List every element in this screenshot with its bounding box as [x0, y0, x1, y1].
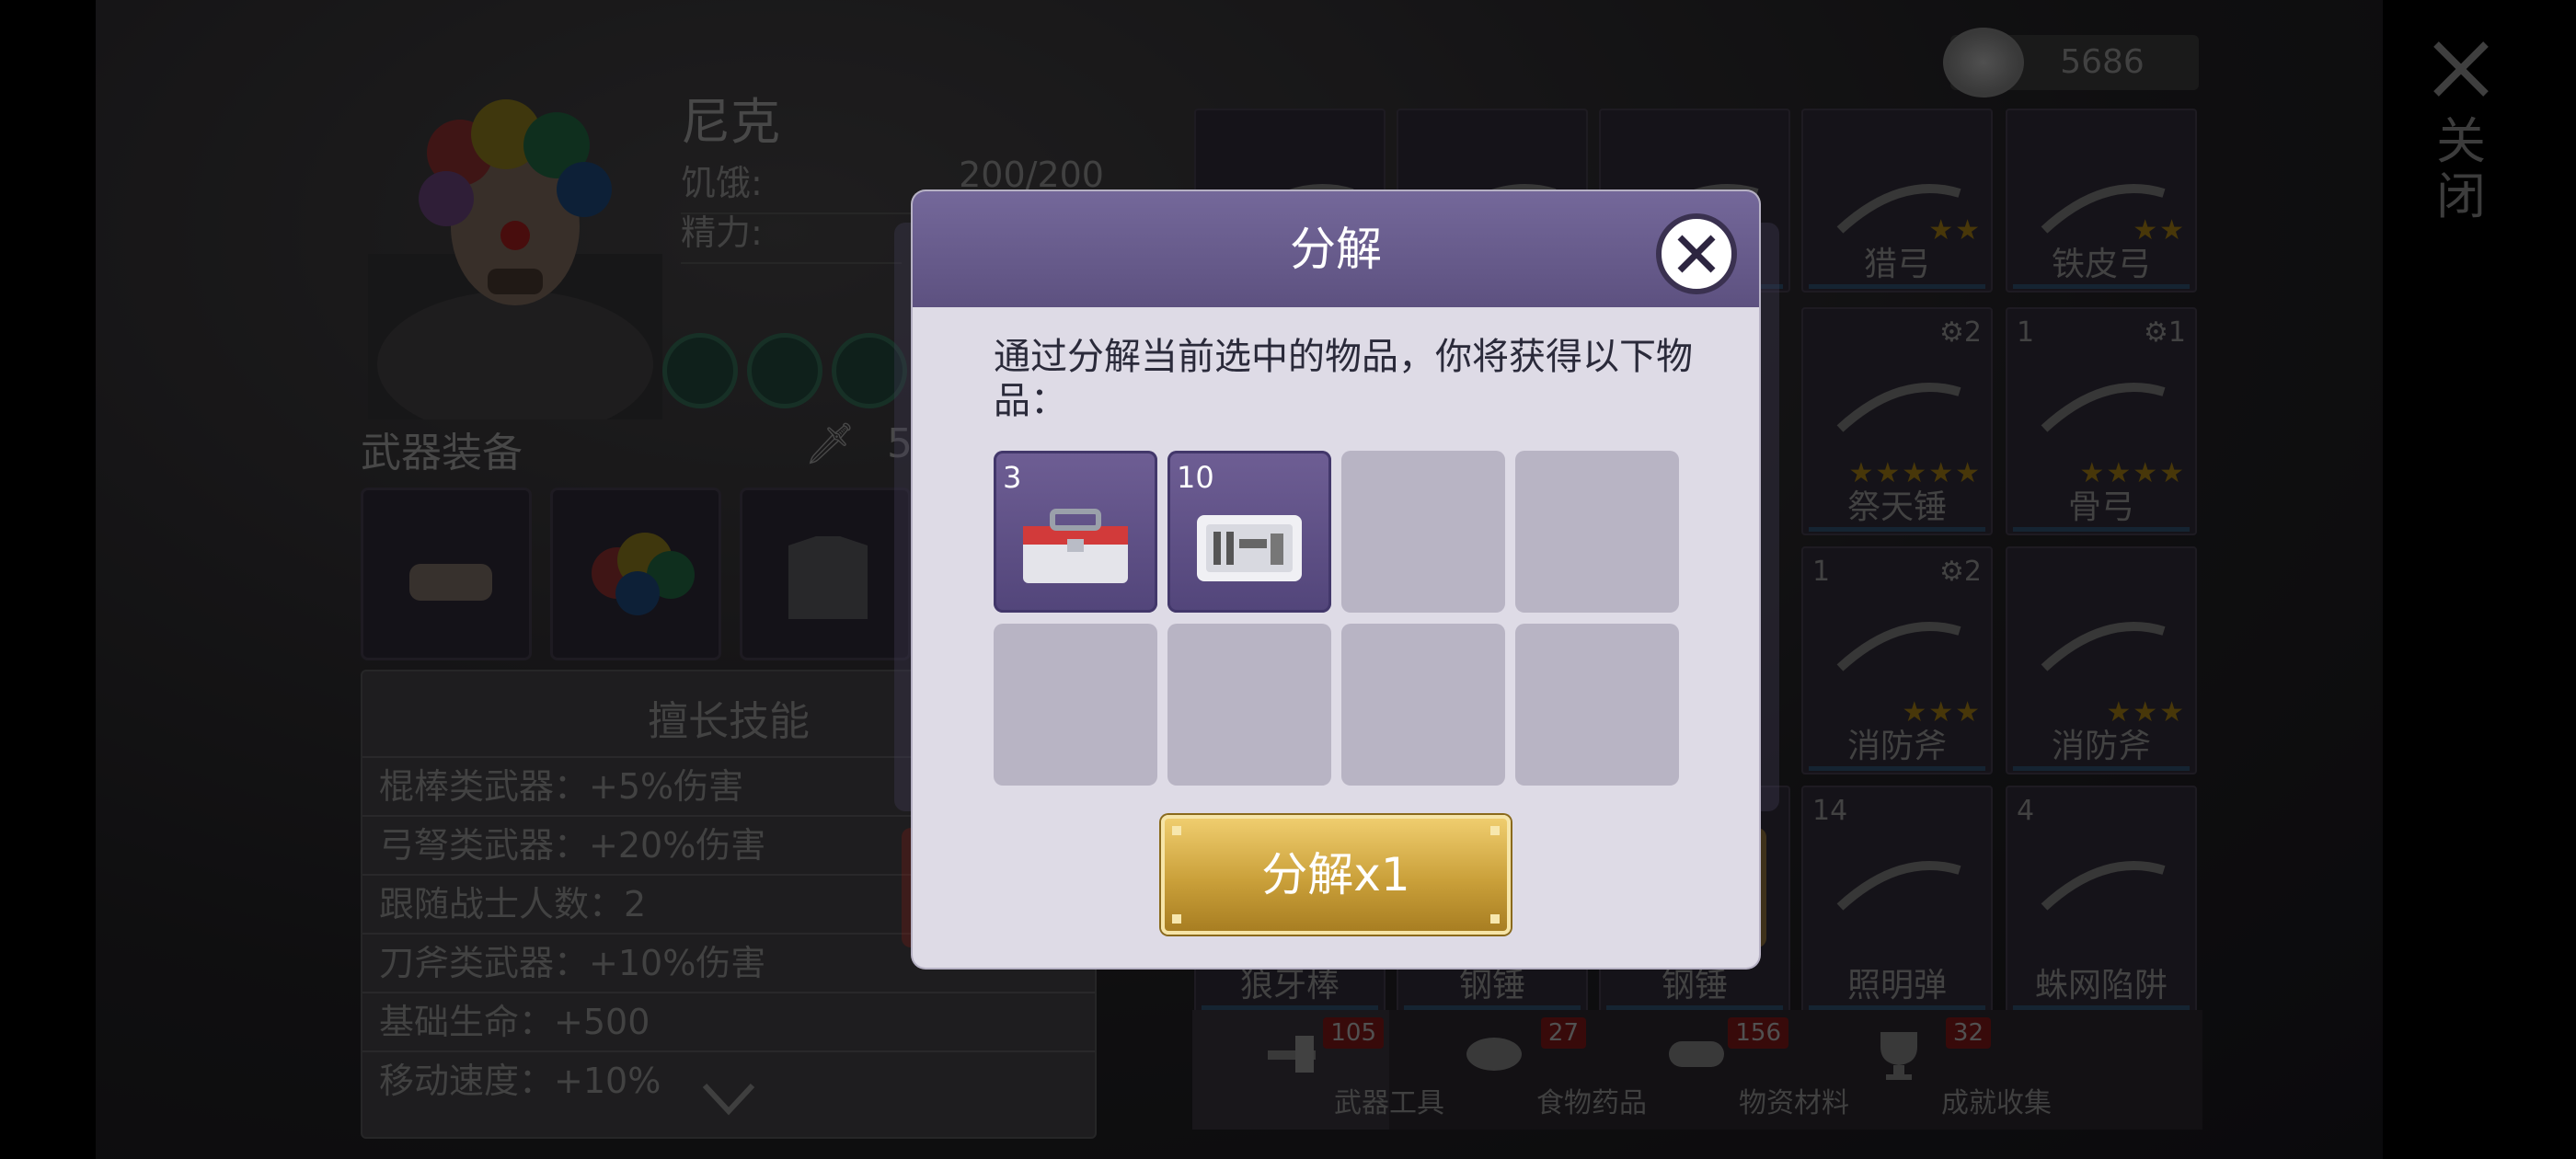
button-corner-dot: [1490, 914, 1500, 924]
reward-slot-empty: [994, 624, 1157, 786]
reward-slot-empty: [1341, 451, 1505, 613]
modal-close-button[interactable]: [1656, 213, 1737, 294]
reward-slot[interactable]: 3: [994, 451, 1157, 613]
toolbox-icon: [1023, 509, 1128, 583]
decompose-button[interactable]: 分解x1: [1161, 815, 1511, 935]
decompose-button-label: 分解x1: [1261, 848, 1410, 901]
reward-quantity: 10: [1177, 460, 1214, 495]
modal-title: 分解: [1290, 223, 1382, 276]
reward-slot-empty: [1515, 624, 1679, 786]
button-corner-dot: [1172, 826, 1181, 835]
modal-description: 通过分解当前选中的物品，你将获得以下物品：: [994, 336, 1693, 422]
tool-kit-icon: [1197, 515, 1302, 581]
button-corner-dot: [1490, 826, 1500, 835]
reward-slot-empty: [1341, 624, 1505, 786]
game-screen: 尼克 饥饿: 200/200 精力: 武器装备 🗡 5 擅长技能 棍棒类武器：+…: [0, 0, 2576, 1159]
close-icon: [1677, 235, 1716, 273]
reward-slot[interactable]: 10: [1167, 451, 1331, 613]
reward-slot-empty: [1167, 624, 1331, 786]
reward-slot-empty: [1515, 451, 1679, 613]
reward-quantity: 3: [1003, 460, 1022, 495]
button-corner-dot: [1172, 914, 1181, 924]
decompose-modal: 分解 通过分解当前选中的物品，你将获得以下物品： 3 10 分解x1: [913, 191, 1759, 968]
